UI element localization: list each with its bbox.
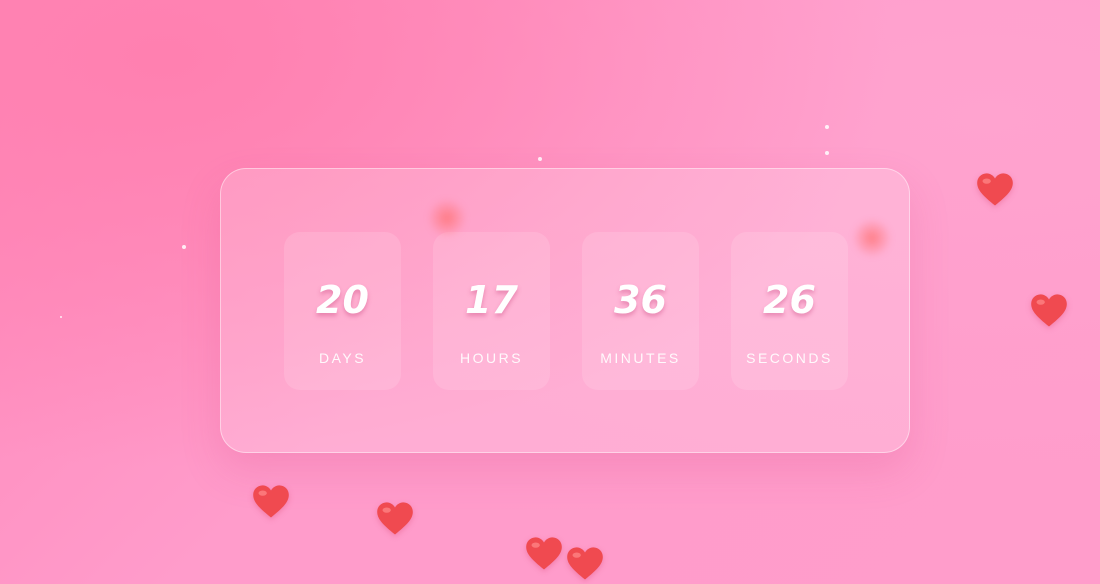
countdown-minutes-value: 36 <box>614 278 667 322</box>
heart-icon <box>1030 293 1068 329</box>
countdown-days: 20 DAYS <box>284 232 401 390</box>
heart-icon <box>376 501 414 537</box>
countdown-days-label: DAYS <box>318 350 367 366</box>
sparkle-icon <box>60 316 62 318</box>
sparkle-icon <box>825 151 829 155</box>
countdown-minutes: 36 MINUTES <box>582 232 699 390</box>
heart-icon <box>252 484 290 520</box>
glow-blob <box>852 218 892 258</box>
countdown-hours-value: 17 <box>465 278 518 322</box>
heart-icon <box>976 172 1014 208</box>
countdown-days-value: 20 <box>316 278 369 322</box>
countdown-seconds: 26 SECONDS <box>731 232 848 390</box>
countdown-hours-label: HOURS <box>459 350 524 366</box>
countdown-seconds-value: 26 <box>763 278 816 322</box>
sparkle-icon <box>182 245 186 249</box>
heart-icon <box>566 546 604 582</box>
countdown-panel: 20 DAYS 17 HOURS 36 MINUTES 26 SECONDS <box>220 168 910 453</box>
sparkle-icon <box>825 125 829 129</box>
countdown-minutes-label: MINUTES <box>600 350 681 366</box>
countdown-hours: 17 HOURS <box>433 232 550 390</box>
countdown-seconds-label: SECONDS <box>746 350 833 366</box>
sparkle-icon <box>538 157 542 161</box>
heart-icon <box>525 536 563 572</box>
glow-blob <box>427 198 467 238</box>
